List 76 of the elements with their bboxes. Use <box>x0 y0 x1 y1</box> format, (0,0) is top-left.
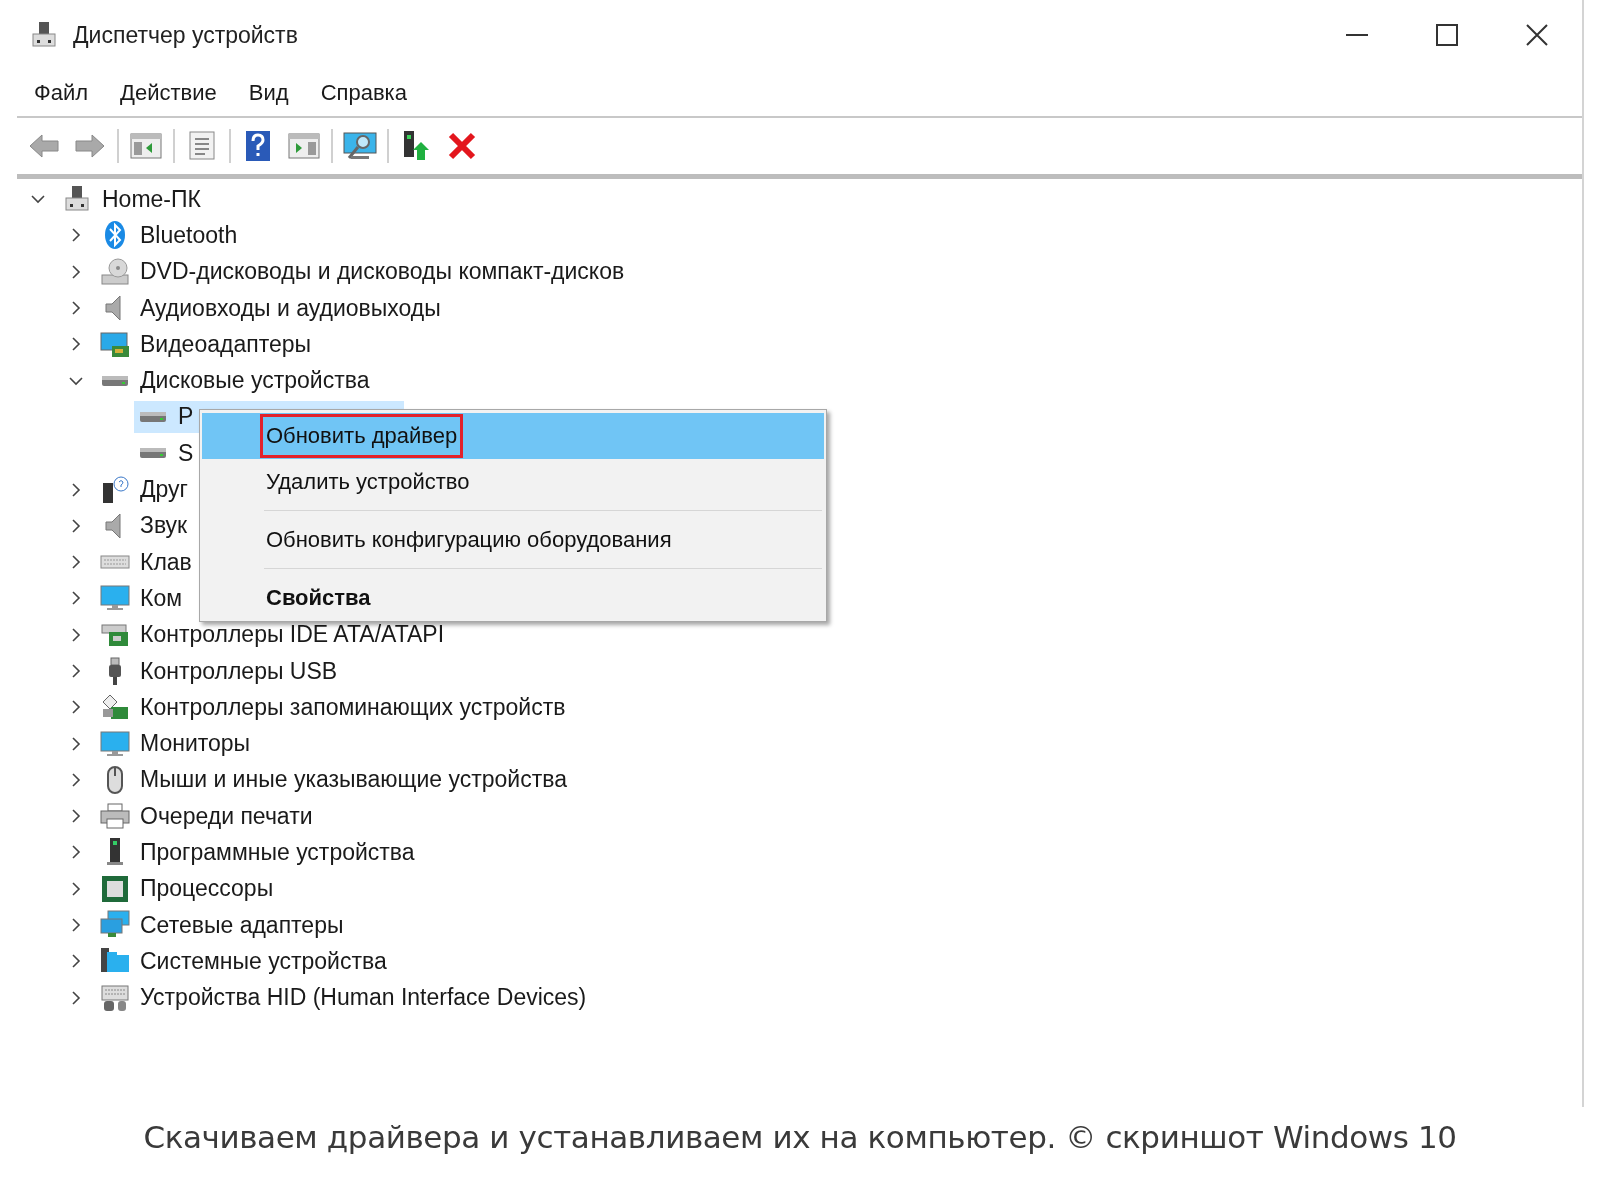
forward-arrow-icon <box>74 133 106 159</box>
chevron-icon[interactable] <box>69 772 83 787</box>
tree-item-label[interactable]: Контроллеры USB <box>140 657 338 685</box>
chevron-icon[interactable] <box>69 700 83 715</box>
back-arrow-icon <box>28 133 60 159</box>
hard-drive-icon <box>138 411 168 422</box>
menu-item[interactable]: Действие <box>119 76 234 110</box>
context-menu-item[interactable]: Обновить конфигурацию оборудования <box>202 517 824 563</box>
chevron-icon[interactable] <box>69 228 83 243</box>
chevron-icon[interactable] <box>69 918 83 933</box>
chevron-icon[interactable] <box>69 736 83 751</box>
processor-icon <box>100 873 130 904</box>
chevron-icon[interactable] <box>69 555 83 570</box>
properties-sheet-icon <box>187 131 217 161</box>
chevron-icon[interactable] <box>69 591 83 606</box>
tree-item-label[interactable]: Системные устройства <box>140 947 387 975</box>
monitor-scan-icon <box>343 131 377 161</box>
tree-item-label[interactable]: Программные устройства <box>140 839 415 866</box>
tree-item-label[interactable]: Аудиовходы и аудиовыходы <box>140 294 441 322</box>
chevron-icon[interactable] <box>69 845 83 860</box>
close-icon <box>1526 24 1548 46</box>
tree-item-label[interactable]: Мониторы <box>140 730 251 758</box>
tree-item-label[interactable]: Bluetooth <box>140 221 238 249</box>
caption: Скачиваем драйвера и устанавливаем их на компьютер. © скриншот Windows 10 <box>142 1119 1458 1155</box>
computer-icon <box>29 20 59 50</box>
chevron-icon[interactable] <box>69 990 83 1005</box>
chevron-icon[interactable] <box>69 301 83 316</box>
chevron-icon[interactable] <box>69 264 83 279</box>
maximize-icon <box>1436 24 1458 46</box>
tree-item-label[interactable]: Звук <box>140 512 188 540</box>
tree-item-label[interactable]: Очереди печати <box>140 802 313 830</box>
update-driver-icon <box>401 130 431 162</box>
printer-icon <box>100 801 130 832</box>
tree-item-label[interactable]: Сетевые адаптеры <box>140 911 344 939</box>
hard-drive-icon <box>138 448 168 459</box>
window-title: Диспетчер устройств <box>73 21 299 49</box>
hard-drive-icon <box>100 375 130 386</box>
context-menu-item[interactable]: Свойства <box>202 575 824 621</box>
chevron-icon[interactable] <box>69 627 83 642</box>
tree-item-label[interactable]: Видеоадаптеры <box>140 330 312 358</box>
disc-drive-icon <box>100 256 130 287</box>
context-menu-item[interactable]: Обновить драйвер <box>202 413 824 459</box>
chevron-icon[interactable] <box>69 664 83 678</box>
tree-item-label[interactable]: Ком <box>140 584 182 612</box>
context-menu-item[interactable]: Удалить устройство <box>202 459 824 505</box>
display-adapter-icon <box>100 329 130 360</box>
help-icon <box>245 130 271 162</box>
chevron-icon[interactable] <box>69 809 83 824</box>
tree-item-label[interactable]: Процессоры <box>140 875 274 903</box>
menu-item[interactable]: Справка <box>319 76 424 110</box>
menu-item[interactable]: Вид <box>247 76 306 110</box>
unknown-device-icon <box>100 474 130 505</box>
window-panel-icon <box>130 132 162 160</box>
tree-item-label[interactable]: Home-ПК <box>102 185 201 213</box>
hid-device-icon <box>100 982 130 1013</box>
chevron-icon[interactable] <box>69 482 83 497</box>
tree-item-label[interactable]: Мыши и иные указывающие устройства <box>140 766 567 794</box>
tree-item-label[interactable]: Контроллеры IDE ATA/ATAPI <box>140 621 445 649</box>
chevron-icon[interactable] <box>69 954 83 969</box>
menu-item[interactable]: Файл <box>33 76 106 110</box>
tree-item-label[interactable]: S <box>178 439 194 467</box>
chevron-icon[interactable] <box>69 881 83 896</box>
tree-item-label[interactable]: Друг <box>140 476 188 503</box>
tree-item-label[interactable]: Контроллеры запоминающих устройств <box>140 693 566 721</box>
delete-x-icon <box>448 132 476 160</box>
tree-item-label[interactable]: P <box>178 403 194 431</box>
tree-item-label[interactable]: Дисковые устройства <box>140 367 370 395</box>
chevron-icon[interactable] <box>69 518 83 533</box>
chevron-icon[interactable] <box>69 337 83 352</box>
tree-item[interactable]: S <box>134 437 198 470</box>
window-panel-icon <box>288 132 320 160</box>
tree-item-label[interactable]: Клав <box>140 548 192 576</box>
monitor-icon <box>100 728 130 759</box>
tree-item-label[interactable]: Устройства HID (Human Interface Devices) <box>140 984 587 1012</box>
tree-item-label[interactable]: DVD-дисководы и дисководы компакт-дисков <box>140 258 625 286</box>
minimize-icon <box>1346 34 1368 36</box>
